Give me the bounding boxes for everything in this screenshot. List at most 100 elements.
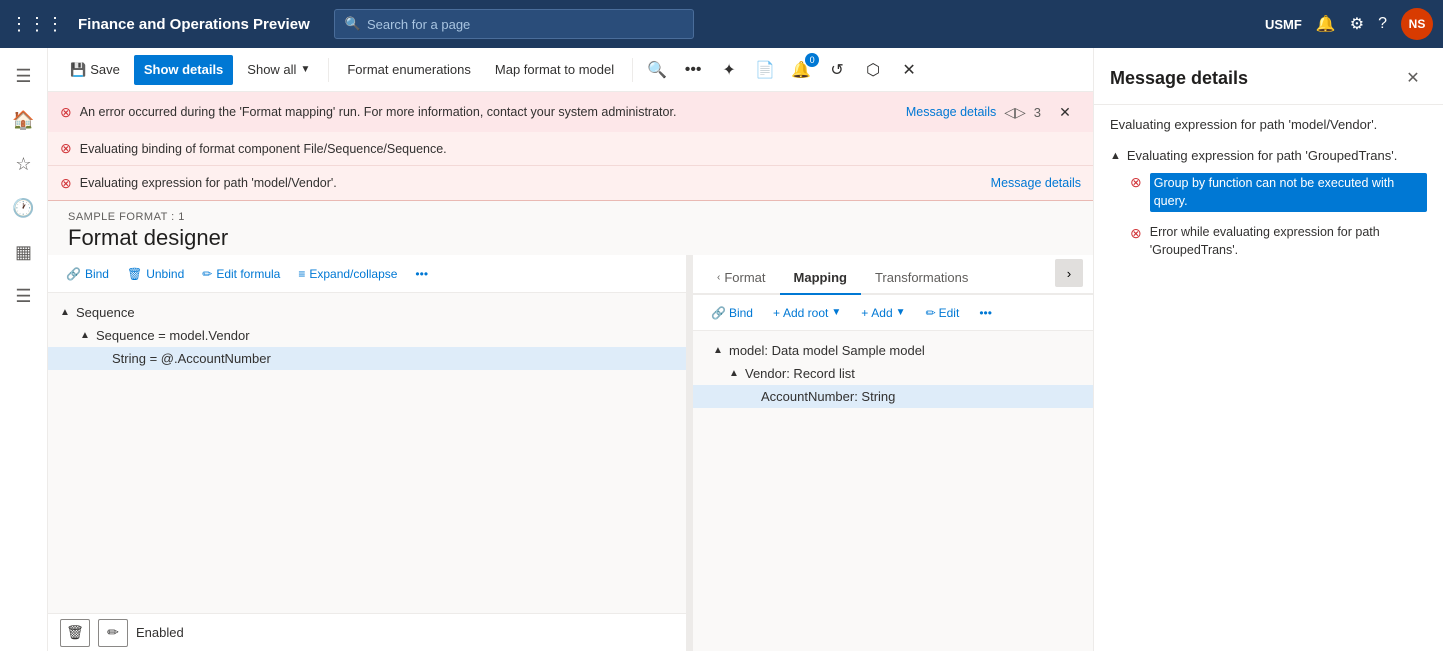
msg-error-text-1: Group by function can not be executed wi… — [1150, 173, 1427, 212]
main-toolbar: 💾 Save Show details Show all ▼ Format en… — [48, 48, 1093, 92]
settings-icon[interactable]: ⚙ — [1350, 14, 1364, 34]
map-item-vendor[interactable]: ▲ Vendor: Record list — [693, 362, 1093, 385]
tab-next-button[interactable]: › — [1055, 259, 1083, 287]
message-details-link[interactable]: Message details — [906, 105, 996, 119]
search-bar[interactable]: 🔍 Search for a page — [334, 9, 694, 39]
delete-button[interactable]: 🗑 — [60, 619, 90, 647]
bind-button[interactable]: 🔗 Bind — [58, 260, 117, 288]
mapping-toolbar: 🔗 Bind + Add root ▼ + Add ▼ ✏ — [693, 295, 1093, 331]
toolbar-divider-2 — [632, 58, 633, 82]
expand-collapse-button[interactable]: ≡ Expand/collapse — [290, 260, 405, 288]
close-toolbar-button[interactable]: ✕ — [893, 55, 925, 85]
status-label: Enabled — [136, 625, 184, 640]
sidebar-item-house[interactable]: 🏠 — [4, 100, 44, 140]
map-bind-button[interactable]: 🔗 Bind — [703, 300, 761, 326]
pencil-icon: ✏ — [202, 267, 212, 281]
page-header: SAMPLE FORMAT : 1 Format designer — [48, 201, 1093, 255]
sidebar-item-clock[interactable]: 🕐 — [4, 188, 44, 228]
tree-item-sequence[interactable]: ▲ Sequence — [48, 301, 686, 324]
grid-icon[interactable]: ⋮⋮⋮ — [10, 14, 64, 35]
sidebar-item-home[interactable]: ☰ — [4, 56, 44, 96]
map-toggle-0: ▲ — [713, 345, 725, 356]
nav-arrows[interactable]: ◁▷ — [1004, 104, 1026, 121]
message-panel-title: Message details — [1110, 68, 1248, 89]
message-panel-close-button[interactable]: ✕ — [1399, 64, 1427, 92]
message-panel-header: Message details ✕ — [1094, 48, 1443, 105]
page-title: Format designer — [68, 225, 1073, 251]
error-icon-3: ⊗ — [60, 175, 72, 192]
more-mapping-button[interactable]: ••• — [971, 300, 1000, 326]
topbar: ⋮⋮⋮ Finance and Operations Preview 🔍 Sea… — [0, 0, 1443, 48]
save-icon: 💾 — [70, 62, 86, 78]
cross-icon-btn[interactable]: ✦ — [713, 55, 745, 85]
message-error-item-2: ⊗ Error while evaluating expression for … — [1110, 218, 1427, 265]
panel-toolbar: 🔗 Bind 🗑 Unbind ✏ Edit formula ≡ Expand/… — [48, 255, 686, 293]
avatar[interactable]: NS — [1401, 8, 1433, 40]
map-label-1: Vendor: Record list — [745, 366, 855, 381]
error-header-row: ⊗ An error occurred during the 'Format m… — [48, 92, 1093, 132]
mapping-tree: ▲ model: Data model Sample model ▲ Vendo… — [693, 331, 1093, 651]
group-label: Evaluating expression for path 'GroupedT… — [1127, 148, 1397, 163]
plus-icon: + — [773, 306, 780, 320]
edit-formula-button[interactable]: ✏ Edit formula — [194, 260, 288, 288]
refresh-button[interactable]: ↺ — [821, 55, 853, 85]
tab-format[interactable]: ‹ Format — [703, 262, 780, 295]
message-details-link-2[interactable]: Message details — [991, 176, 1081, 190]
tree-label-0: Sequence — [76, 305, 135, 320]
save-button[interactable]: 💾 Save — [60, 55, 130, 85]
map-toggle-1: ▲ — [729, 368, 741, 379]
page-subtitle: SAMPLE FORMAT : 1 — [68, 211, 1073, 223]
message-group-header[interactable]: ▲ Evaluating expression for path 'Groupe… — [1110, 144, 1427, 167]
unbind-icon: 🗑 — [127, 267, 142, 281]
format-tree: ▲ Sequence ▲ Sequence = model.Vendor Str… — [48, 293, 686, 613]
tree-item-sequence-vendor[interactable]: ▲ Sequence = model.Vendor — [48, 324, 686, 347]
add-button[interactable]: + Add ▼ — [853, 300, 913, 326]
tree-label-1: Sequence = model.Vendor — [96, 328, 250, 343]
more-button[interactable]: ••• — [677, 55, 709, 85]
content-area: 💾 Save Show details Show all ▼ Format en… — [48, 48, 1093, 651]
format-enumerations-button[interactable]: Format enumerations — [337, 55, 481, 85]
unbind-button[interactable]: 🗑 Unbind — [119, 260, 192, 288]
tree-item-string[interactable]: String = @.AccountNumber — [48, 347, 686, 370]
sidebar-icons: ☰ 🏠 ☆ 🕐 ▦ ☰ — [0, 48, 48, 651]
show-all-button[interactable]: Show all ▼ — [237, 55, 320, 85]
designer-area: 🔗 Bind 🗑 Unbind ✏ Edit formula ≡ Expand/… — [48, 255, 1093, 651]
add-icon: + — [861, 306, 868, 320]
edit-map-button[interactable]: ✏ Edit — [918, 300, 968, 326]
error-row-2: ⊗ Evaluating binding of format component… — [48, 132, 1093, 166]
dismiss-errors-button[interactable]: ✕ — [1049, 97, 1081, 127]
tab-chevron-left: ‹ — [717, 272, 720, 283]
tab-mapping[interactable]: Mapping — [780, 262, 861, 295]
topbar-right: USMF 🔔 ⚙ ? NS — [1265, 8, 1433, 40]
message-panel-body: Evaluating expression for path 'model/Ve… — [1094, 105, 1443, 651]
help-icon[interactable]: ? — [1378, 15, 1387, 33]
bell-icon[interactable]: 🔔 — [1316, 14, 1336, 34]
edit-button[interactable]: ✏ — [98, 619, 128, 647]
map-item-account[interactable]: AccountNumber: String — [693, 385, 1093, 408]
open-button[interactable]: ⬡ — [857, 55, 889, 85]
toolbar-divider — [328, 58, 329, 82]
add-root-button[interactable]: + Add root ▼ — [765, 300, 849, 326]
app-title: Finance and Operations Preview — [78, 16, 310, 33]
status-bar: 🗑 ✏ Enabled — [48, 613, 686, 651]
error-header-text: An error occurred during the 'Format map… — [80, 105, 898, 119]
sidebar-item-list[interactable]: ☰ — [4, 276, 44, 316]
msg-error-icon-2: ⊗ — [1130, 225, 1142, 242]
message-group: ▲ Evaluating expression for path 'Groupe… — [1110, 144, 1427, 265]
map-format-button[interactable]: Map format to model — [485, 55, 624, 85]
search-button[interactable]: 🔍 — [641, 55, 673, 85]
error-icon-2: ⊗ — [60, 140, 72, 157]
msg-error-text-2: Error while evaluating expression for pa… — [1150, 224, 1427, 259]
document-icon-btn[interactable]: 📄 — [749, 55, 781, 85]
sidebar-item-grid[interactable]: ▦ — [4, 232, 44, 272]
sidebar-item-star[interactable]: ☆ — [4, 144, 44, 184]
more-panel-button[interactable]: ••• — [407, 260, 436, 288]
expand-icon: ≡ — [298, 267, 305, 281]
tab-transformations[interactable]: Transformations — [861, 262, 982, 295]
message-error-item-1: ⊗ Group by function can not be executed … — [1110, 167, 1427, 218]
group-chevron-icon: ▲ — [1110, 150, 1121, 162]
error-count: 3 — [1034, 105, 1041, 120]
show-details-button[interactable]: Show details — [134, 55, 233, 85]
org-label: USMF — [1265, 17, 1302, 32]
map-item-model[interactable]: ▲ model: Data model Sample model — [693, 339, 1093, 362]
